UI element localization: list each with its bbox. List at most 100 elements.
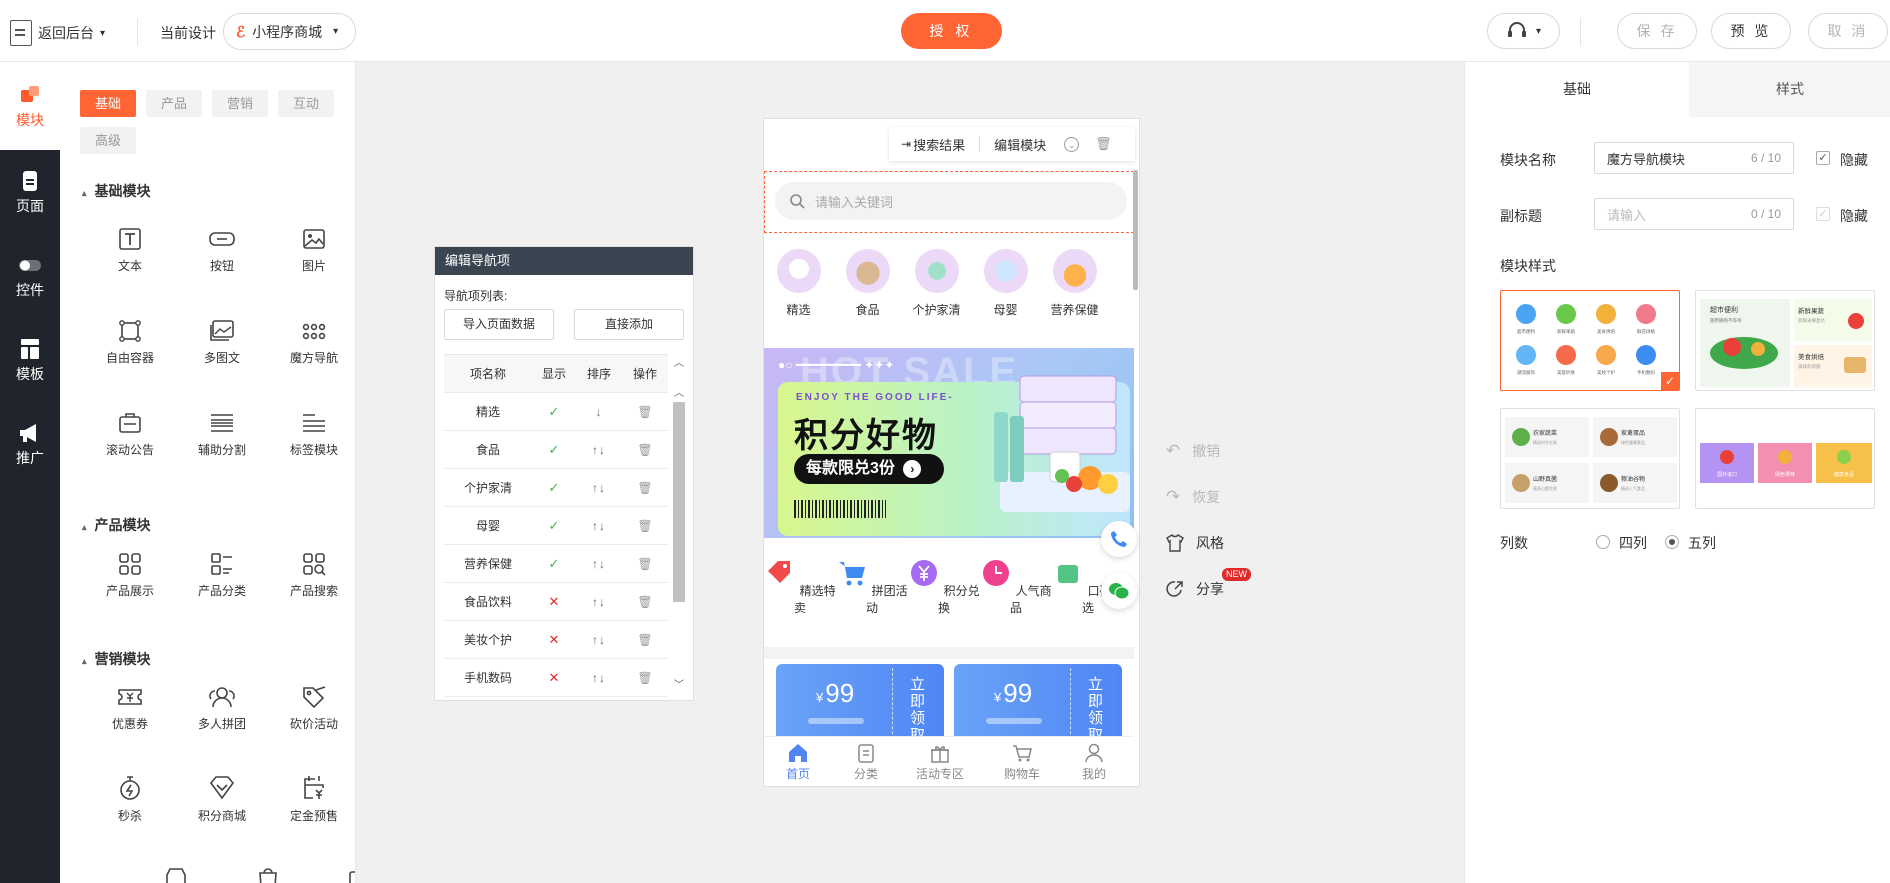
coupon-get-label[interactable]: 立即领取 <box>1088 676 1104 744</box>
module-flash-sale[interactable]: 秒杀 <box>84 775 176 824</box>
arrow-down-icon[interactable]: ↓ <box>596 405 603 419</box>
save-button[interactable]: 保 存 <box>1617 13 1697 49</box>
chevron-circle-icon[interactable]: ⌄ <box>1064 136 1080 152</box>
coupon-card[interactable]: ¥99 立即领取 <box>954 664 1122 744</box>
search-module[interactable]: 请输入关键词 <box>764 171 1134 233</box>
module-product-category[interactable]: 产品分类 <box>176 552 268 599</box>
sidebar-item-page[interactable]: 页面 <box>0 170 60 216</box>
hide-title-checkbox[interactable]: ✓ <box>1816 151 1830 165</box>
arrow-updown-icon[interactable]: ↑↓ <box>592 595 606 609</box>
style-option-1[interactable]: 超市便利 新鲜果蔬 美食烘焙 鲜花绿植 潮流服饰 美容护肤 美妆个护 手机数码 … <box>1500 290 1680 391</box>
design-select[interactable]: ℰ 小程序商城 ▾ <box>223 13 356 50</box>
arrow-updown-icon[interactable]: ↑↓ <box>592 671 606 685</box>
trash-icon[interactable]: 🗑 <box>637 671 652 685</box>
subtitle-field[interactable]: 请输入 0 / 10 <box>1594 198 1794 230</box>
feature-item[interactable]: 积分兑换 <box>908 557 980 616</box>
edit-module-button[interactable]: 编辑模块 <box>994 135 1046 154</box>
tab-marketing[interactable]: 营销 <box>212 90 268 117</box>
module-button[interactable]: 按钮 <box>176 227 268 274</box>
share-button[interactable]: 分享 <box>1166 579 1224 599</box>
module-product-display[interactable]: 产品展示 <box>84 552 176 599</box>
arrow-updown-icon[interactable]: ↑↓ <box>592 443 606 457</box>
module-product-search[interactable]: 产品搜索 <box>268 552 355 599</box>
tab-basic[interactable]: 基础 <box>80 90 136 117</box>
module-cube-nav[interactable]: 魔方导航 <box>268 319 355 366</box>
module-image[interactable]: 图片 <box>268 227 355 274</box>
coupon-get-label[interactable]: 立即领取 <box>910 676 926 744</box>
call-float-button[interactable] <box>1101 521 1137 557</box>
trash-icon[interactable]: 🗑 <box>637 481 652 495</box>
trash-icon[interactable]: 🗑 <box>637 557 652 571</box>
module-name-field[interactable]: 魔方导航模块 6 / 10 <box>1594 142 1794 174</box>
tab-style-props[interactable]: 样式 <box>1689 62 1890 117</box>
import-page-data-button[interactable]: 导入页面数据 <box>444 309 554 340</box>
tab-interaction[interactable]: 互动 <box>278 90 334 117</box>
undo-button[interactable]: ↶ 撤销 <box>1166 441 1220 461</box>
module-divider[interactable]: 辅助分割 <box>176 411 268 458</box>
cancel-button[interactable]: 取 消 <box>1808 13 1888 49</box>
feature-item[interactable]: 人气商品 <box>980 557 1052 616</box>
tab-mine[interactable]: 我的 <box>1064 743 1124 782</box>
check-icon[interactable]: ✓ <box>549 518 560 533</box>
authorize-button[interactable]: 授 权 <box>901 13 1002 49</box>
scroll-up-icon[interactable]: ︿ <box>674 354 684 369</box>
nav-item[interactable]: 食品 <box>833 249 902 318</box>
check-icon[interactable]: ✓ <box>549 404 560 419</box>
coupon-card[interactable]: ¥99 立即领取 <box>776 664 944 744</box>
support-dropdown[interactable]: ▾ <box>1487 13 1560 49</box>
tab-category[interactable]: 分类 <box>836 743 896 782</box>
tab-basic-props[interactable]: 基础 <box>1465 62 1689 117</box>
wechat-float-button[interactable] <box>1101 573 1137 609</box>
nav-item[interactable]: 营养保健 <box>1040 249 1109 318</box>
tab-cart[interactable]: 购物车 <box>992 743 1052 782</box>
module-presale[interactable]: 定金预售 <box>268 775 355 824</box>
module-free-container[interactable]: 自由容器 <box>84 319 176 366</box>
scroll-down-icon[interactable]: ﹀ <box>674 676 684 691</box>
table-scrollbar[interactable]: ︿ ︿ ﹀ <box>671 354 687 692</box>
module-points-mall[interactable]: 积分商城 <box>176 775 268 824</box>
trash-icon[interactable]: 🗑 <box>637 519 652 533</box>
trash-icon[interactable]: 🗑 <box>637 405 652 419</box>
module-bargain[interactable]: 砍价活动 <box>268 685 355 732</box>
tab-home[interactable]: 首页 <box>768 743 828 782</box>
trash-icon[interactable]: 🗑 <box>637 633 652 647</box>
search-result-button[interactable]: 搜索结果 <box>913 135 965 154</box>
module-notice[interactable]: 滚动公告 <box>84 411 176 458</box>
phone-scrollbar[interactable] <box>1133 170 1138 290</box>
scroll-up-icon[interactable]: ︿ <box>674 384 684 399</box>
cross-icon[interactable]: ✕ <box>549 594 560 609</box>
sidebar-item-promote[interactable]: 推广 <box>0 422 60 468</box>
trash-icon[interactable]: 🗑 <box>1095 136 1112 152</box>
arrow-updown-icon[interactable]: ↑↓ <box>592 519 606 533</box>
style-option-4[interactable]: 国外进口 绿色果味 健康食品 <box>1695 408 1875 509</box>
check-icon[interactable]: ✓ <box>549 442 560 457</box>
add-directly-button[interactable]: 直接添加 <box>574 309 684 340</box>
style-button[interactable]: 风格 <box>1166 533 1224 553</box>
tab-activity[interactable]: 活动专区 <box>910 743 970 782</box>
feature-item[interactable]: 拼团活动 <box>836 557 908 616</box>
arrow-updown-icon[interactable]: ↑↓ <box>592 481 606 495</box>
trash-icon[interactable]: 🗑 <box>637 443 652 457</box>
nav-item[interactable]: 个护家清 <box>902 249 971 318</box>
module-multi-image-text[interactable]: 多图文 <box>176 319 268 366</box>
tab-product[interactable]: 产品 <box>146 90 202 117</box>
arrow-updown-icon[interactable]: ↑↓ <box>592 557 606 571</box>
cross-icon[interactable]: ✕ <box>549 670 560 685</box>
scroll-thumb[interactable] <box>673 402 685 602</box>
sidebar-item-control[interactable]: 控件 <box>0 254 60 300</box>
check-icon[interactable]: ✓ <box>549 556 560 571</box>
style-option-2[interactable]: 超市便利 随用随购不等待 新鲜果蔬 新鲜采摘直达 美食烘焙 美味的诱惑 <box>1695 290 1875 391</box>
nav-item[interactable]: 精选 <box>764 249 833 318</box>
columns-5-radio[interactable] <box>1665 535 1679 549</box>
sidebar-item-template[interactable]: 模板 <box>0 338 60 384</box>
check-icon[interactable]: ✓ <box>549 480 560 495</box>
tab-advanced[interactable]: 高级 <box>80 127 136 154</box>
columns-4-radio[interactable] <box>1596 535 1610 549</box>
preview-button[interactable]: 预 览 <box>1711 13 1791 49</box>
sidebar-item-module[interactable]: 模块 <box>0 84 60 130</box>
module-tag[interactable]: 标签模块 <box>268 411 355 458</box>
cross-icon[interactable]: ✕ <box>549 632 560 647</box>
promo-banner[interactable]: HOT SALE ●○ ━━━━━━━━━ ✦✦✦ ENJOY THE GOOD… <box>764 348 1134 538</box>
module-group-buy[interactable]: 多人拼团 <box>176 685 268 732</box>
hide-subtitle-checkbox[interactable]: ✓ <box>1816 207 1830 221</box>
